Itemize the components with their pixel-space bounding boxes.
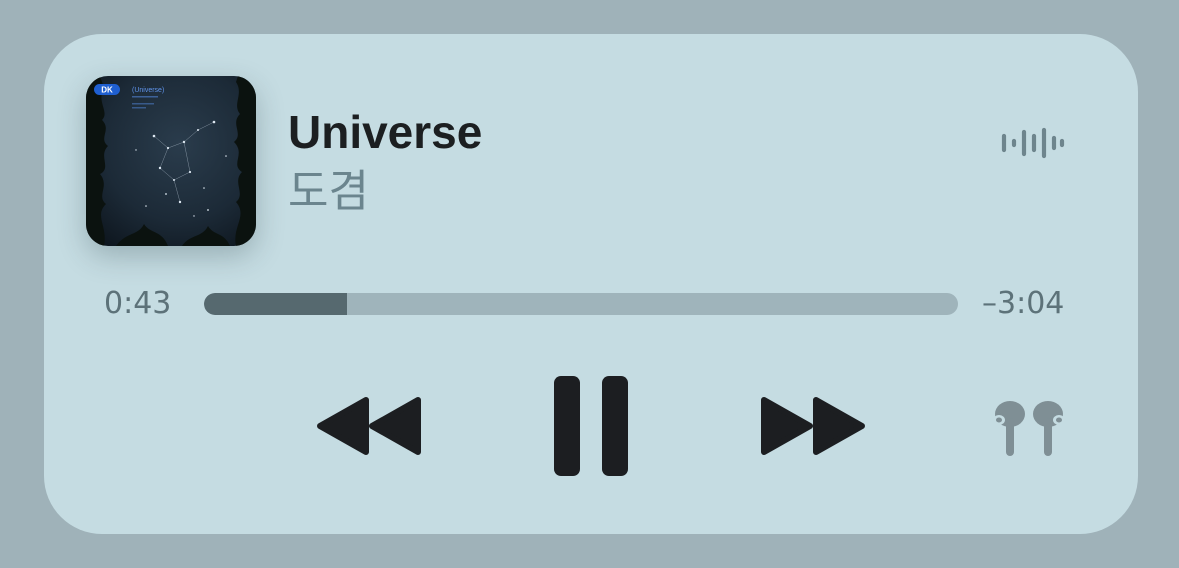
airpods-pro-icon — [993, 401, 1065, 456]
album-art-badge: DK — [101, 86, 113, 95]
rewind-button[interactable] — [314, 394, 424, 458]
elapsed-time: 0:43 — [104, 286, 172, 321]
album-art[interactable]: DK (Universe) — [86, 76, 256, 246]
fast-forward-button[interactable] — [758, 394, 868, 458]
pause-icon — [554, 376, 628, 476]
pause-button[interactable] — [552, 376, 630, 476]
progress-fill — [204, 293, 348, 315]
album-art-title: (Universe) — [132, 87, 164, 94]
progress-scrubber[interactable] — [204, 293, 958, 315]
rewind-icon — [317, 397, 421, 455]
audio-output-button[interactable] — [984, 398, 1076, 460]
fast-forward-icon — [761, 397, 865, 455]
remaining-time: –3:04 — [982, 286, 1065, 321]
artist-name[interactable]: 도겸 — [288, 164, 369, 220]
track-title[interactable]: Universe — [288, 104, 482, 160]
audio-waveform-icon — [1000, 126, 1066, 160]
